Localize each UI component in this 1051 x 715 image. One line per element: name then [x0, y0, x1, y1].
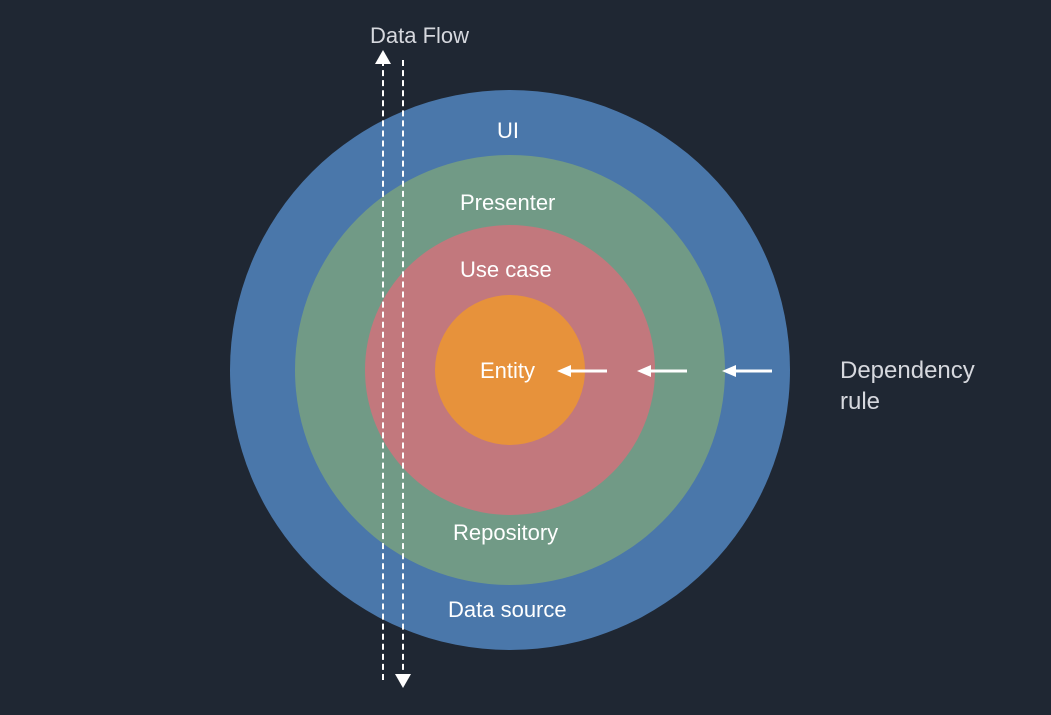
dependency-arrow-icon — [557, 362, 597, 382]
label-ui: UI — [497, 118, 519, 144]
dependency-rule-label: Dependency rule — [840, 355, 975, 417]
label-datasource: Data source — [448, 597, 567, 623]
label-entity: Entity — [480, 358, 535, 384]
arrow-down-icon — [395, 672, 411, 688]
label-usecase: Use case — [460, 257, 552, 283]
data-flow-line-down — [402, 60, 404, 680]
architecture-diagram: UI Presenter Use case Entity Repository … — [0, 0, 1051, 715]
data-flow-line-up — [382, 60, 384, 680]
data-flow-title: Data Flow — [370, 22, 469, 51]
arrow-up-icon — [375, 50, 391, 66]
label-repository: Repository — [453, 520, 558, 546]
dependency-arrow-icon — [637, 362, 677, 382]
label-presenter: Presenter — [460, 190, 555, 216]
dependency-arrow-icon — [722, 362, 762, 382]
